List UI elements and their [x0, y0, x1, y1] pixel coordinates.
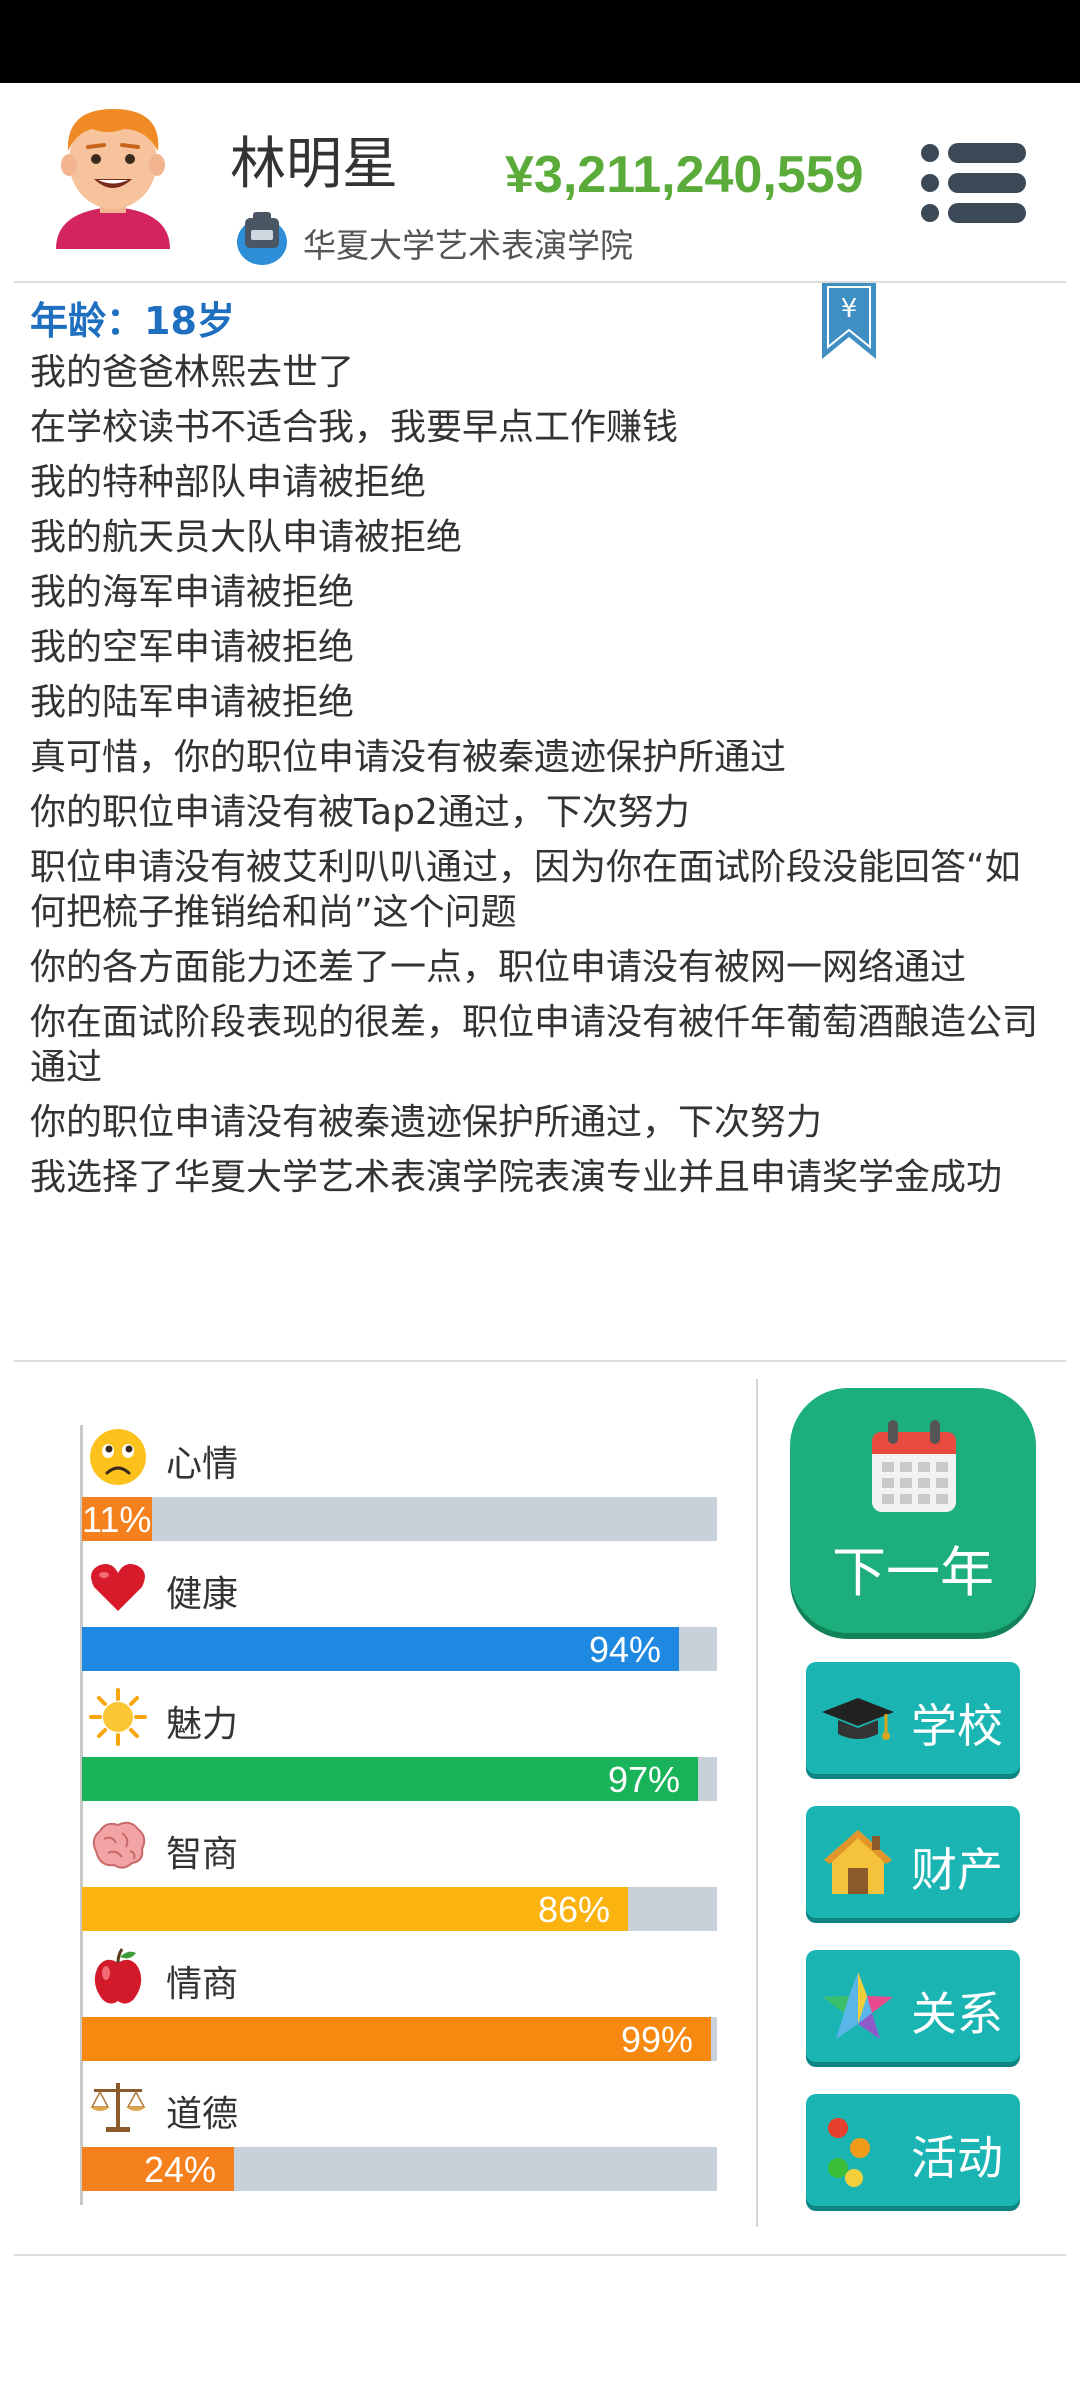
- apple-icon: [94, 1948, 142, 2004]
- sun-icon: [89, 1688, 147, 1746]
- avatar[interactable]: [38, 99, 188, 249]
- graduation-cap-icon: [822, 1698, 894, 1740]
- log-entry: 我的陆军申请被拒绝: [30, 682, 355, 723]
- stat-track: 24%: [82, 2147, 717, 2191]
- stat-track: 99%: [82, 2017, 717, 2061]
- stat-label: 健康: [166, 1574, 239, 1615]
- log-entry: 职位申请没有被艾利叭叭通过，因为你在面试阶段没能回答“如何把梳子推销给和尚”这个…: [30, 847, 1021, 933]
- log-entry: 真可惜，你的职位申请没有被秦遗迹保护所通过: [30, 737, 787, 778]
- activity-button[interactable]: 活动: [806, 2094, 1020, 2206]
- brain-icon: [92, 1821, 146, 1869]
- stat-value: 97%: [608, 1759, 681, 1800]
- event-log: 年龄：18岁 我的爸爸林熙去世了 在学校读书不适合我，我要早点工作赚钱 我的特种…: [30, 292, 1040, 1210]
- log-entry: 你的各方面能力还差了一点，职位申请没有被网一网络通过: [30, 947, 967, 988]
- stat-morality: 道德 24%: [82, 2077, 717, 2202]
- school-badge-icon: [237, 212, 287, 265]
- next-year-button[interactable]: 下一年: [790, 1388, 1036, 1633]
- log-entry: 你的职位申请没有被Tap2通过，下次努力: [30, 792, 690, 833]
- stat-eq: 情商 99%: [82, 1947, 717, 2072]
- stat-track: 86%: [82, 1887, 717, 1931]
- stat-value: 86%: [538, 1889, 611, 1930]
- log-entry: 我的爸爸林熙去世了: [30, 352, 355, 393]
- relationship-label: 关系: [911, 1987, 1003, 2041]
- player-name: 林明星: [230, 132, 398, 197]
- relationship-button[interactable]: 关系: [806, 1950, 1020, 2062]
- activity-label: 活动: [911, 2131, 1003, 2185]
- log-entry: 你的职位申请没有被秦遗迹保护所通过，下次努力: [30, 1102, 823, 1143]
- stat-value: 11%: [82, 1499, 152, 1540]
- header-divider: [14, 281, 1066, 283]
- property-label: 财产: [911, 1843, 1003, 1897]
- log-entry: 我的航天员大队申请被拒绝: [30, 517, 463, 558]
- stat-charm: 魅力 97%: [82, 1687, 717, 1812]
- log-entry: 你在面试阶段表现的很差，职位申请没有被仟年葡萄酒酿造公司通过: [30, 1002, 1039, 1088]
- stat-value: 24%: [144, 2149, 217, 2190]
- stat-fill: [82, 1757, 698, 1801]
- next-year-label: 下一年: [832, 1541, 994, 1604]
- property-button[interactable]: 财产: [806, 1806, 1020, 1918]
- stat-health: 健康 94%: [82, 1557, 717, 1682]
- stat-label: 魅力: [166, 1704, 239, 1745]
- stat-value: 99%: [621, 2019, 694, 2060]
- log-entry: 我的海军申请被拒绝: [30, 572, 355, 613]
- stat-label: 道德: [166, 2094, 239, 2135]
- school-button[interactable]: 学校: [806, 1662, 1020, 1774]
- house-icon: [824, 1830, 892, 1894]
- footer-divider: [14, 2254, 1066, 2256]
- profile-header: 林明星 ¥3,211,240,559 华夏大学艺术表演学院: [0, 83, 1080, 283]
- log-entry: 我选择了华夏大学艺术表演学院表演专业并且申请奖学金成功: [30, 1157, 1003, 1198]
- log-entry: 我的空军申请被拒绝: [30, 627, 355, 668]
- stat-value: 94%: [589, 1629, 662, 1670]
- stat-iq: 智商 86%: [82, 1817, 717, 1942]
- scale-icon: [90, 2083, 146, 2132]
- stat-label: 情商: [166, 1964, 239, 2005]
- stat-label: 心情: [166, 1444, 239, 1485]
- age-line: 年龄：18岁: [30, 299, 235, 343]
- money-balance: ¥3,211,240,559: [505, 146, 864, 204]
- menu-icon[interactable]: [918, 139, 1028, 227]
- star-icon: [823, 1972, 893, 2039]
- stat-track: 94%: [82, 1627, 717, 1671]
- stat-fill: [82, 2017, 711, 2061]
- stat-track: 97%: [82, 1757, 717, 1801]
- school-label: 学校: [911, 1699, 1003, 1753]
- sad-face-icon: [90, 1429, 146, 1485]
- school-name: 华夏大学艺术表演学院: [303, 226, 633, 265]
- heart-icon: [91, 1564, 145, 1611]
- calendar-icon: [872, 1420, 956, 1512]
- log-entry: 在学校读书不适合我，我要早点工作赚钱: [30, 407, 679, 448]
- log-entry: 我的特种部队申请被拒绝: [30, 462, 427, 503]
- status-bar: [0, 0, 1080, 83]
- stat-label: 智商: [166, 1834, 239, 1875]
- panel-divider: [756, 1379, 758, 2227]
- stat-mood: 心情 11%: [82, 1427, 717, 1552]
- dots-icon: [828, 2118, 870, 2187]
- log-divider: [14, 1360, 1066, 1362]
- stat-track: 11%: [82, 1497, 717, 1541]
